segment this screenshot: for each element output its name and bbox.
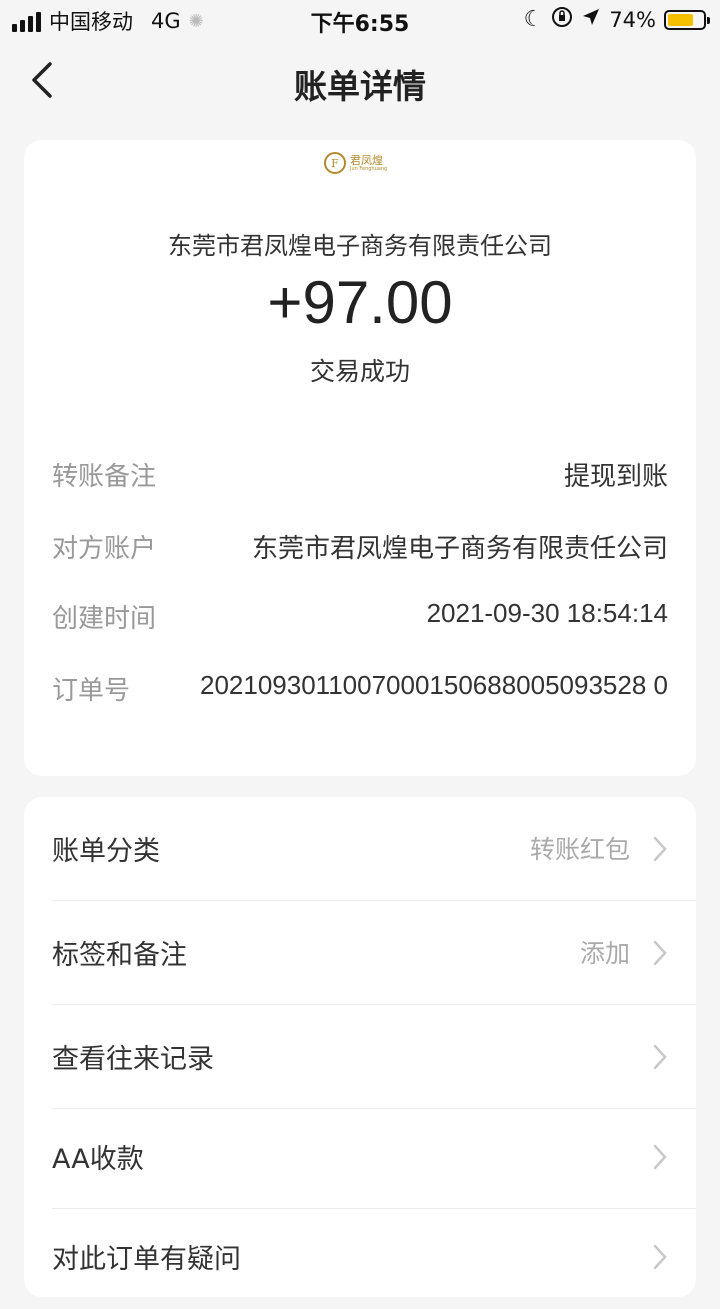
menu-item-label: 标签和备注 — [52, 940, 187, 971]
battery-icon — [664, 9, 710, 30]
page-title: 账单详情 — [294, 67, 426, 106]
detail-value: 提现到账 — [563, 462, 668, 492]
detail-label: 订单号 — [52, 676, 131, 706]
detail-label: 转账备注 — [52, 462, 157, 492]
battery-percent: 74% — [609, 7, 656, 32]
navigation-bar: 账单详情 — [0, 40, 720, 124]
chevron-right-icon — [653, 1044, 667, 1070]
logo-emblem: F — [324, 152, 346, 174]
menu-item-value: 添加 — [579, 939, 630, 968]
transaction-status: 交易成功 — [309, 357, 410, 386]
menu-item-transaction-history[interactable]: 查看往来记录 — [52, 1005, 696, 1109]
rotation-lock-icon — [551, 6, 573, 33]
chevron-right-icon — [653, 836, 667, 862]
menu-item-value: 转账红包 — [529, 835, 630, 864]
menu-item-tags-notes[interactable]: 标签和备注 添加 — [52, 901, 696, 1005]
status-bar: 中国移动 4G ✺ 下午6:55 ☾ 74% — [0, 0, 720, 40]
menu-item-order-question[interactable]: 对此订单有疑问 — [52, 1205, 696, 1309]
menu-item-label: 查看往来记录 — [52, 1044, 214, 1075]
chevron-right-icon — [653, 1244, 667, 1270]
chevron-right-icon — [653, 940, 667, 966]
menu-item-label: 账单分类 — [52, 836, 160, 867]
detail-label: 对方账户 — [52, 534, 157, 564]
merchant-logo: F 君凤煌 Jun Fenghuang — [324, 148, 396, 178]
menu-item-label: 对此订单有疑问 — [52, 1244, 241, 1275]
detail-value: 2021-09-30 18:54:14 — [426, 598, 668, 628]
menu-item-aa-collection[interactable]: AA收款 — [52, 1105, 696, 1209]
menu-item-label: AA收款 — [52, 1144, 144, 1175]
actions-card: 账单分类 转账红包 标签和备注 添加 查看往来记录 AA收款 对此订单有疑问 — [24, 797, 696, 1297]
transaction-card: F 君凤煌 Jun Fenghuang 东莞市君凤煌电子商务有限责任公司 +97… — [24, 140, 696, 776]
menu-item-bill-category[interactable]: 账单分类 转账红包 — [52, 797, 696, 901]
order-number[interactable]: 2021093011007000150688005093528 0 — [178, 664, 668, 706]
logo-subtext: Jun Fenghuang — [350, 165, 388, 172]
chevron-right-icon — [653, 1144, 667, 1170]
detail-value: 东莞市君凤煌电子商务有限责任公司 — [251, 534, 668, 564]
merchant-name: 东莞市君凤煌电子商务有限责任公司 — [168, 232, 552, 260]
location-icon — [581, 7, 601, 32]
detail-label: 创建时间 — [52, 604, 157, 634]
moon-icon: ☾ — [523, 7, 544, 32]
status-right: ☾ 74% — [523, 6, 710, 33]
transaction-amount: +97.00 — [267, 269, 453, 336]
logo-text: 君凤煌 — [350, 153, 383, 167]
